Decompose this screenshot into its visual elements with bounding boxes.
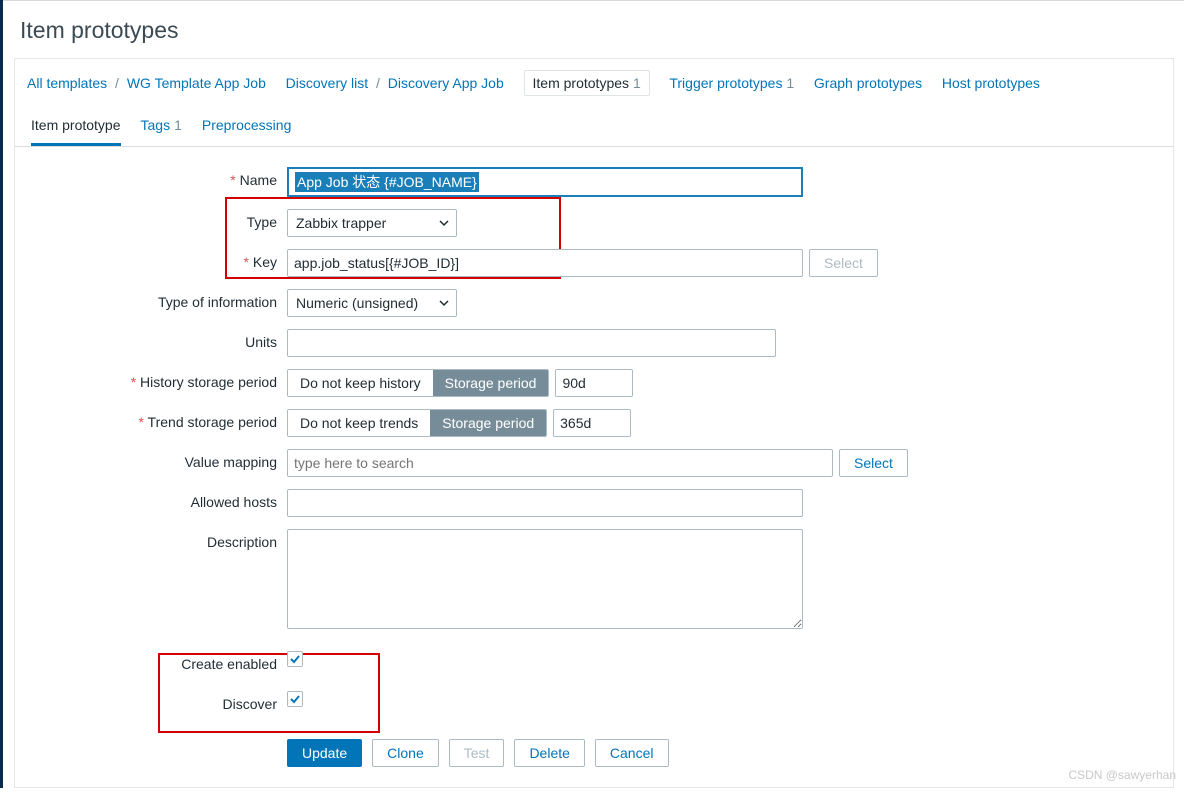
label-value-mapping: Value mapping (25, 449, 287, 470)
label-type: Type (25, 209, 287, 230)
label-allowed-hosts: Allowed hosts (25, 489, 287, 510)
clone-button[interactable]: Clone (372, 739, 439, 767)
label-trend: Trend storage period (25, 409, 287, 430)
history-radio-group: Do not keep history Storage period (287, 369, 549, 397)
trend-period-field[interactable] (553, 409, 631, 437)
description-field[interactable] (287, 529, 803, 629)
value-mapping-select-button[interactable]: Select (839, 449, 908, 477)
separator: / (372, 75, 384, 91)
label-create-enabled: Create enabled (25, 651, 287, 672)
label-key: Key (25, 249, 287, 270)
key-field[interactable] (287, 249, 803, 277)
bc-trigger-prototypes[interactable]: Trigger prototypes 1 (669, 75, 798, 91)
separator: / (111, 75, 123, 91)
bc-all-templates[interactable]: All templates (27, 75, 107, 91)
delete-button[interactable]: Delete (514, 739, 584, 767)
label-discover: Discover (25, 691, 287, 712)
value-mapping-field[interactable] (287, 449, 833, 477)
test-button: Test (449, 739, 505, 767)
tab-tags[interactable]: Tags 1 (141, 107, 182, 146)
trend-opt-period[interactable]: Storage period (430, 410, 546, 436)
units-field[interactable] (287, 329, 776, 357)
trend-opt-nokeep[interactable]: Do not keep trends (288, 410, 430, 436)
name-field[interactable]: App Job 状态 {#JOB_NAME} (287, 167, 803, 197)
trend-radio-group: Do not keep trends Storage period (287, 409, 547, 437)
allowed-hosts-field[interactable] (287, 489, 803, 517)
bc-discovery-rule[interactable]: Discovery App Job (388, 75, 504, 91)
tab-preprocessing[interactable]: Preprocessing (202, 107, 292, 146)
history-opt-period[interactable]: Storage period (433, 370, 549, 396)
bc-graph-prototypes[interactable]: Graph prototypes (814, 75, 922, 91)
type-info-select[interactable]: Numeric (unsigned) (287, 289, 457, 317)
bc-template[interactable]: WG Template App Job (127, 75, 266, 91)
history-opt-nokeep[interactable]: Do not keep history (288, 370, 433, 396)
label-description: Description (25, 529, 287, 550)
create-enabled-checkbox[interactable] (287, 651, 303, 667)
cancel-button[interactable]: Cancel (595, 739, 669, 767)
bc-item-prototypes: Item prototypes 1 (524, 70, 650, 96)
label-type-info: Type of information (25, 289, 287, 310)
page-title: Item prototypes (14, 1, 1174, 58)
update-button[interactable]: Update (287, 739, 362, 767)
type-select[interactable]: Zabbix trapper (287, 209, 457, 237)
label-name: Name (25, 167, 287, 188)
breadcrumb: All templates / WG Template App Job Disc… (15, 59, 1173, 107)
bc-host-prototypes[interactable]: Host prototypes (942, 75, 1040, 91)
bc-discovery-list[interactable]: Discovery list (286, 75, 368, 91)
key-select-button: Select (809, 249, 878, 277)
discover-checkbox[interactable] (287, 691, 303, 707)
label-history: History storage period (25, 369, 287, 390)
tab-item-prototype[interactable]: Item prototype (31, 107, 121, 146)
history-period-field[interactable] (555, 369, 633, 397)
label-units: Units (25, 329, 287, 350)
tabs: Item prototype Tags 1 Preprocessing (15, 107, 1173, 147)
